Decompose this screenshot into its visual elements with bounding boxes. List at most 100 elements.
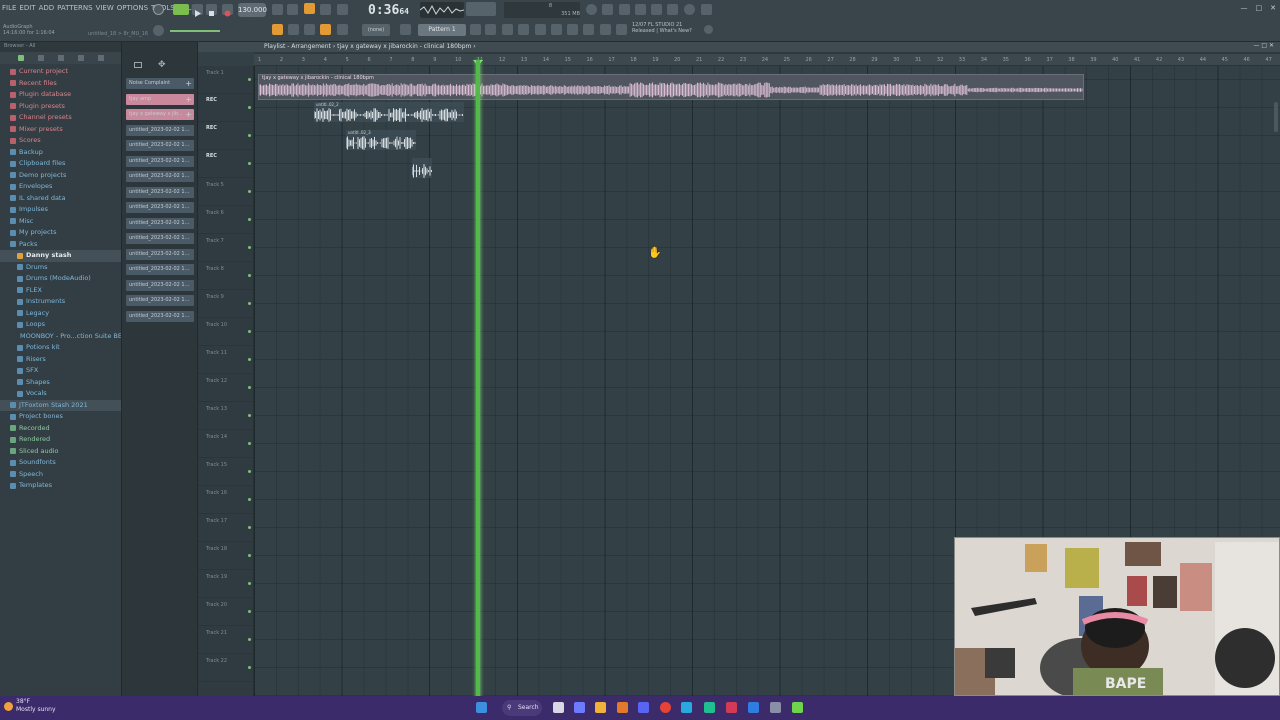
track-header[interactable]: Track 10 bbox=[198, 318, 254, 346]
browser-expand-icon[interactable] bbox=[18, 55, 24, 61]
tempo-display[interactable]: 130.000 bbox=[238, 3, 267, 17]
play-button[interactable] bbox=[192, 4, 203, 17]
browser-close-icon[interactable] bbox=[98, 55, 104, 61]
news-panel[interactable]: 12/07 FL STUDIO 21 Released | What's New… bbox=[632, 22, 692, 34]
add-pattern-icon[interactable]: + bbox=[185, 94, 192, 105]
playlist-vertical-scrollbar[interactable] bbox=[1274, 102, 1278, 132]
pattern-item[interactable]: untitled_2023-02-02 1... bbox=[126, 295, 194, 306]
browser-item[interactable]: Danny stash bbox=[0, 250, 121, 262]
browser-item[interactable]: Instruments bbox=[0, 296, 121, 308]
save-icon[interactable] bbox=[651, 4, 662, 15]
app-icon-5[interactable] bbox=[770, 702, 781, 713]
countdown-button[interactable] bbox=[304, 3, 315, 14]
timeline-ruler[interactable]: 1 2 3 4 5 6 7 8 9 10 11 12 13 14 15 16 17 18 19 20 21 22 23 24 2… bbox=[254, 54, 1280, 66]
track-mute-led[interactable] bbox=[248, 274, 251, 277]
browser-item[interactable]: Plugin database bbox=[0, 89, 121, 101]
track-mute-led[interactable] bbox=[248, 526, 251, 529]
pattern-item[interactable]: untitled_2023-02-02 1... bbox=[126, 155, 194, 167]
browser-item[interactable]: Shapes bbox=[0, 377, 121, 389]
maximize-icon[interactable]: □ bbox=[1256, 4, 1263, 12]
browser-item[interactable]: Scores bbox=[0, 135, 121, 147]
slide-button[interactable] bbox=[304, 24, 315, 35]
track-mute-led[interactable] bbox=[248, 442, 251, 445]
browser-item[interactable]: SFX bbox=[0, 365, 121, 377]
download-icon[interactable] bbox=[701, 4, 712, 15]
track-header[interactable]: Track 1 bbox=[198, 66, 254, 94]
track-mute-led[interactable] bbox=[248, 190, 251, 193]
discord-icon[interactable] bbox=[638, 702, 649, 713]
browser-item[interactable]: Sliced audio bbox=[0, 446, 121, 458]
track-mute-led[interactable] bbox=[248, 358, 251, 361]
browser-item[interactable]: My projects bbox=[0, 227, 121, 239]
taskbar-search[interactable]: ⚲ Search bbox=[502, 700, 542, 716]
plugin-picker-icon[interactable] bbox=[551, 24, 562, 35]
picker-drag-icon[interactable]: ✥ bbox=[158, 60, 166, 70]
app-icon-4[interactable] bbox=[748, 702, 759, 713]
track-mute-led[interactable] bbox=[248, 78, 251, 81]
track-header[interactable]: REC bbox=[198, 122, 254, 150]
browser-item[interactable]: Templates bbox=[0, 480, 121, 492]
browser-item[interactable]: Drums bbox=[0, 262, 121, 274]
track-mute-led[interactable] bbox=[248, 134, 251, 137]
audio-clip-track2[interactable]: untitl..02_2 bbox=[314, 102, 464, 122]
browser-star-icon[interactable] bbox=[78, 55, 84, 61]
master-pitch-knob[interactable] bbox=[153, 25, 164, 36]
help-icon[interactable] bbox=[635, 4, 646, 15]
piano-roll-icon[interactable] bbox=[485, 24, 496, 35]
pattern-prev-icon[interactable] bbox=[400, 24, 411, 35]
browser-item[interactable]: Recent files bbox=[0, 78, 121, 90]
browser-item[interactable]: Impulses bbox=[0, 204, 121, 216]
track-header[interactable]: Track 13 bbox=[198, 402, 254, 430]
browser-item[interactable]: Plugin presets bbox=[0, 101, 121, 113]
track-header[interactable]: Track 18 bbox=[198, 542, 254, 570]
news-refresh-icon[interactable] bbox=[704, 25, 713, 34]
track-mute-led[interactable] bbox=[248, 330, 251, 333]
track-mute-led[interactable] bbox=[248, 582, 251, 585]
picker-grid-icon[interactable] bbox=[134, 62, 142, 68]
app-icon-6[interactable] bbox=[792, 702, 803, 713]
browser-item[interactable]: Envelopes bbox=[0, 181, 121, 193]
add-pattern-icon[interactable]: + bbox=[185, 78, 192, 89]
loop-record-button[interactable] bbox=[337, 4, 348, 15]
menu-item-add[interactable]: ADD bbox=[39, 4, 55, 16]
track-mute-led[interactable] bbox=[248, 610, 251, 613]
browser-item[interactable]: Rendered bbox=[0, 434, 121, 446]
touch-keyboard-icon[interactable] bbox=[567, 24, 578, 35]
browser-item[interactable]: FLEX bbox=[0, 285, 121, 297]
app-icon-2[interactable] bbox=[704, 702, 715, 713]
song-time-display[interactable]: 0:3664 bbox=[368, 2, 416, 19]
pattern-selector[interactable]: Pattern 1 bbox=[418, 24, 466, 36]
track-header[interactable]: Track 12 bbox=[198, 374, 254, 402]
browser-item[interactable]: Vocals bbox=[0, 388, 121, 400]
track-header[interactable]: Track 22 bbox=[198, 654, 254, 682]
pattern-item[interactable]: untitled_2023-02-02 1... bbox=[126, 124, 194, 136]
track-mute-led[interactable] bbox=[248, 106, 251, 109]
browser-item[interactable]: Loops bbox=[0, 319, 121, 331]
track-mute-led[interactable] bbox=[248, 246, 251, 249]
wait-input-button[interactable] bbox=[287, 4, 298, 15]
pencil-icon[interactable] bbox=[320, 24, 331, 35]
pattern-item[interactable]: untitled_2023-02-02 1... bbox=[126, 202, 194, 213]
track-header[interactable]: Track 19 bbox=[198, 570, 254, 598]
menu-item-file[interactable]: FILE bbox=[2, 4, 16, 16]
track-mute-led[interactable] bbox=[248, 638, 251, 641]
pattern-item[interactable]: untitled_2023-02-02 1... bbox=[126, 186, 194, 198]
browser-item[interactable]: Clipboard files bbox=[0, 158, 121, 170]
pattern-item[interactable]: untitled_2023-02-02 1... bbox=[126, 171, 194, 182]
browser-item[interactable]: Soundfonts bbox=[0, 457, 121, 469]
track-header[interactable]: REC bbox=[198, 150, 254, 178]
metronome-button[interactable] bbox=[272, 4, 283, 15]
stop-button[interactable] bbox=[206, 4, 217, 16]
pattern-item[interactable]: Noise Complaint + bbox=[126, 78, 194, 89]
menu-item-patterns[interactable]: PATTERNS bbox=[57, 4, 92, 16]
browser-item[interactable]: IL shared data bbox=[0, 193, 121, 205]
track-header[interactable]: Track 17 bbox=[198, 514, 254, 542]
start-icon[interactable] bbox=[476, 702, 487, 713]
browser-item[interactable]: Mixer presets bbox=[0, 124, 121, 136]
main-volume-knob[interactable] bbox=[153, 4, 164, 15]
browser-search-icon[interactable] bbox=[58, 55, 64, 61]
browser-item[interactable]: Drums (ModeAudio) bbox=[0, 273, 121, 285]
track-mute-led[interactable] bbox=[248, 162, 251, 165]
undo-icon[interactable] bbox=[586, 4, 597, 15]
browser-item[interactable]: Demo projects bbox=[0, 170, 121, 182]
